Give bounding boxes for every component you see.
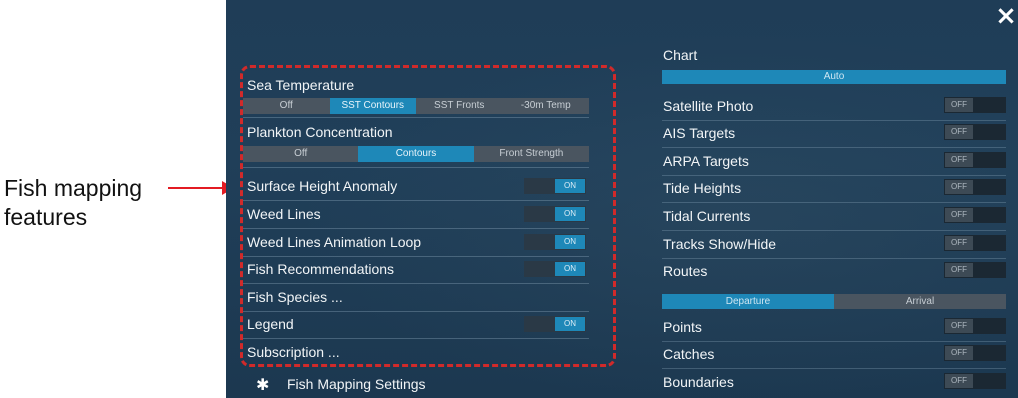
tidal-currents-toggle[interactable]: OFF xyxy=(944,207,1006,223)
tide-heights-toggle[interactable]: OFF xyxy=(944,179,1006,195)
toggle-knob: ON xyxy=(555,317,585,331)
callout-line-1: Fish mapping xyxy=(4,175,143,201)
legend-label: Legend xyxy=(247,316,294,332)
satellite-photo-row[interactable]: Satellite Photo OFF xyxy=(662,94,1006,121)
tide-heights-label: Tide Heights xyxy=(663,180,742,196)
toggle-knob: OFF xyxy=(945,180,973,194)
weed-lines-loop-row[interactable]: Weed Lines Animation Loop ON xyxy=(243,229,589,257)
ais-targets-toggle[interactable]: OFF xyxy=(944,124,1006,140)
catches-label: Catches xyxy=(663,346,715,362)
fish-recommendations-label: Fish Recommendations xyxy=(247,261,395,277)
plankton-label: Plankton Concentration xyxy=(247,124,393,140)
callout-line-2: features xyxy=(4,204,88,230)
toggle-knob: ON xyxy=(555,235,585,249)
boundaries-row[interactable]: Boundaries OFF xyxy=(662,370,1006,397)
points-row[interactable]: Points OFF xyxy=(662,315,1006,342)
settings-screen: × Sea Temperature Off SST Contours SST F… xyxy=(226,0,1018,398)
tracks-row[interactable]: Tracks Show/Hide OFF xyxy=(662,232,1006,259)
ais-targets-label: AIS Targets xyxy=(663,125,736,141)
fish-species-row[interactable]: Fish Species ... xyxy=(243,284,589,312)
tracks-toggle[interactable]: OFF xyxy=(944,235,1006,251)
tracks-label: Tracks Show/Hide xyxy=(663,236,777,252)
surface-height-label: Surface Height Anomaly xyxy=(247,178,398,194)
sea-temperature-label: Sea Temperature xyxy=(247,77,355,93)
boundaries-label: Boundaries xyxy=(663,374,734,390)
catches-toggle[interactable]: OFF xyxy=(944,345,1006,361)
fish-species-label: Fish Species ... xyxy=(247,289,343,305)
weed-lines-label: Weed Lines xyxy=(247,206,321,222)
weed-lines-row[interactable]: Weed Lines ON xyxy=(243,201,589,229)
routes-selector[interactable]: Departure Arrival xyxy=(662,294,1006,309)
chart-label: Chart xyxy=(663,47,698,63)
toggle-knob: OFF xyxy=(945,208,973,222)
legend-row[interactable]: Legend ON xyxy=(243,311,589,339)
toggle-knob: OFF xyxy=(945,98,973,112)
subscription-label: Subscription ... xyxy=(247,344,340,360)
toggle-knob: OFF xyxy=(945,153,973,167)
toggle-knob: OFF xyxy=(945,263,973,277)
toggle-knob: ON xyxy=(555,207,585,221)
weed-lines-loop-toggle[interactable]: ON xyxy=(524,234,586,250)
legend-toggle[interactable]: ON xyxy=(524,316,586,332)
fish-recommendations-row[interactable]: Fish Recommendations ON xyxy=(243,256,589,284)
arpa-targets-row[interactable]: ARPA Targets OFF xyxy=(662,149,1006,176)
routes-toggle[interactable]: OFF xyxy=(944,262,1006,278)
toggle-knob: OFF xyxy=(945,374,973,388)
routes-row[interactable]: Routes OFF xyxy=(662,259,1006,286)
arrow-line xyxy=(168,187,224,189)
routes-option-arrival[interactable]: Arrival xyxy=(834,294,1006,309)
points-toggle[interactable]: OFF xyxy=(944,318,1006,334)
toggle-knob: OFF xyxy=(945,236,973,250)
toggle-knob: OFF xyxy=(945,319,973,333)
chart-mode-selector[interactable]: Auto xyxy=(662,70,1006,84)
routes-option-departure[interactable]: Departure xyxy=(662,294,834,309)
subscription-row[interactable]: Subscription ... xyxy=(243,339,589,367)
weed-lines-toggle[interactable]: ON xyxy=(524,206,586,222)
boundaries-toggle[interactable]: OFF xyxy=(944,373,1006,389)
routes-label: Routes xyxy=(663,263,708,279)
ais-targets-row[interactable]: AIS Targets OFF xyxy=(662,121,1006,148)
callout-text: Fish mapping features xyxy=(4,174,142,232)
weed-lines-loop-label: Weed Lines Animation Loop xyxy=(247,234,422,250)
catches-row[interactable]: Catches OFF xyxy=(662,342,1006,369)
satellite-photo-toggle[interactable]: OFF xyxy=(944,97,1006,113)
toggle-knob: ON xyxy=(555,179,585,193)
toggle-knob: OFF xyxy=(945,125,973,139)
toggle-knob: OFF xyxy=(945,346,973,360)
gear-icon[interactable]: ✱ xyxy=(256,375,269,394)
surface-height-toggle[interactable]: ON xyxy=(524,178,586,194)
points-label: Points xyxy=(663,319,702,335)
surface-height-row[interactable]: Surface Height Anomaly ON xyxy=(243,173,589,201)
tidal-currents-label: Tidal Currents xyxy=(663,208,751,224)
close-icon[interactable]: × xyxy=(994,2,1018,30)
sea-temp-divider xyxy=(243,93,589,118)
fish-recommendations-toggle[interactable]: ON xyxy=(524,261,586,277)
tide-heights-row[interactable]: Tide Heights OFF xyxy=(662,176,1006,203)
toggle-knob: ON xyxy=(555,262,585,276)
fish-mapping-settings-link[interactable]: Fish Mapping Settings xyxy=(287,376,426,392)
callout: Fish mapping features xyxy=(0,170,234,240)
tidal-currents-row[interactable]: Tidal Currents OFF xyxy=(662,204,1006,231)
plankton-divider xyxy=(243,140,589,168)
arpa-targets-toggle[interactable]: OFF xyxy=(944,152,1006,168)
arpa-targets-label: ARPA Targets xyxy=(663,153,749,169)
satellite-photo-label: Satellite Photo xyxy=(663,98,754,114)
